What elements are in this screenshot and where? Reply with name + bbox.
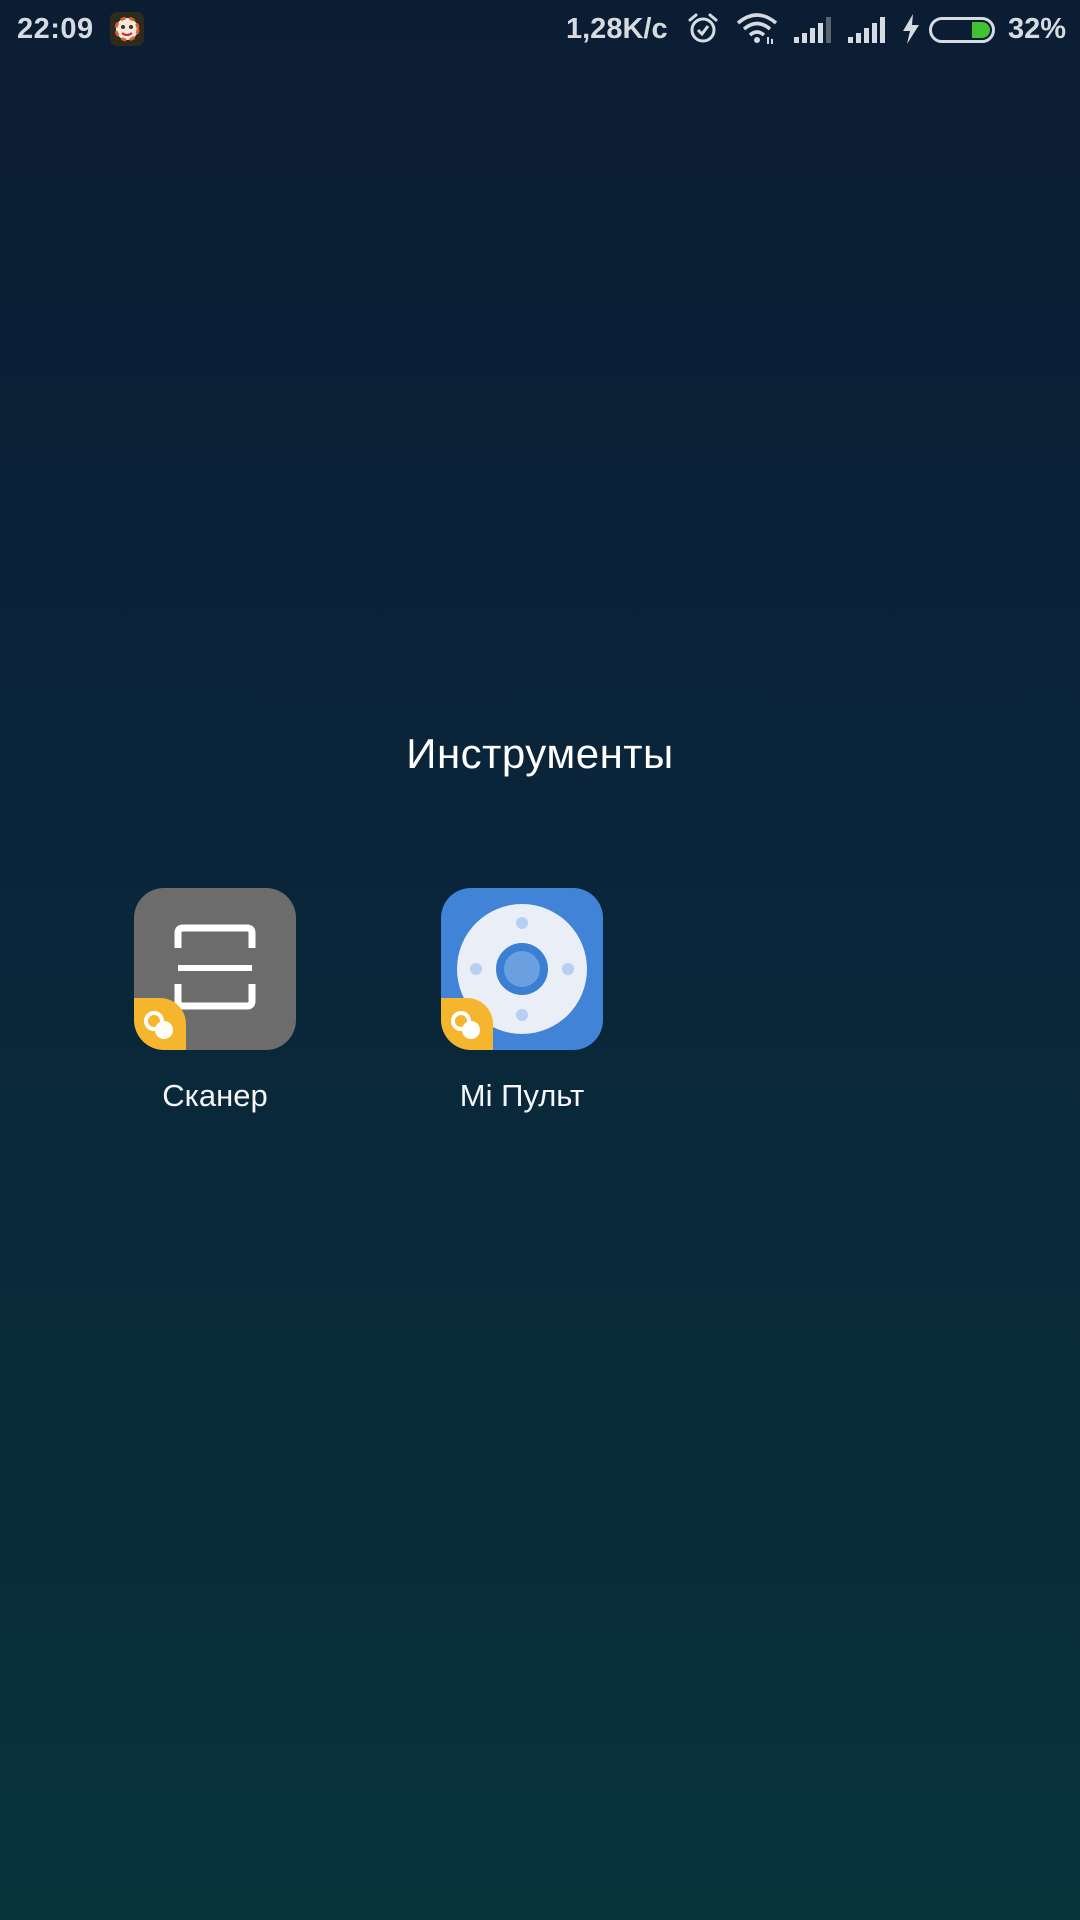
second-space-badge-icon xyxy=(441,998,493,1050)
battery-percent: 32% xyxy=(1008,13,1067,45)
status-bar: 22:09 1,28K/c 32% xyxy=(0,0,1080,60)
battery-icon xyxy=(929,17,995,43)
second-space-badge-icon xyxy=(134,998,186,1050)
app-label: Сканер xyxy=(162,1078,268,1113)
status-time: 22:09 xyxy=(17,13,94,45)
battery-level xyxy=(972,22,990,38)
wifi-icon xyxy=(736,13,778,53)
folder-title[interactable]: Инструменты xyxy=(0,730,1080,778)
scanner-icon[interactable] xyxy=(134,888,296,1050)
charging-icon xyxy=(900,13,922,53)
app-scanner[interactable]: Сканер xyxy=(105,888,325,1114)
alarm-icon xyxy=(686,11,720,53)
remote-control-icon[interactable] xyxy=(441,888,603,1050)
signal-icon xyxy=(846,15,886,53)
network-speed: 1,28K/c xyxy=(566,13,668,45)
folder-screen[interactable]: 22:09 1,28K/c 32% Инструменты Сканер Mi … xyxy=(0,0,1080,1920)
signal-icon xyxy=(792,15,832,53)
notification-app-icon xyxy=(110,12,144,46)
app-mi-remote[interactable]: Mi Пульт xyxy=(412,888,632,1114)
app-label: Mi Пульт xyxy=(459,1078,585,1113)
